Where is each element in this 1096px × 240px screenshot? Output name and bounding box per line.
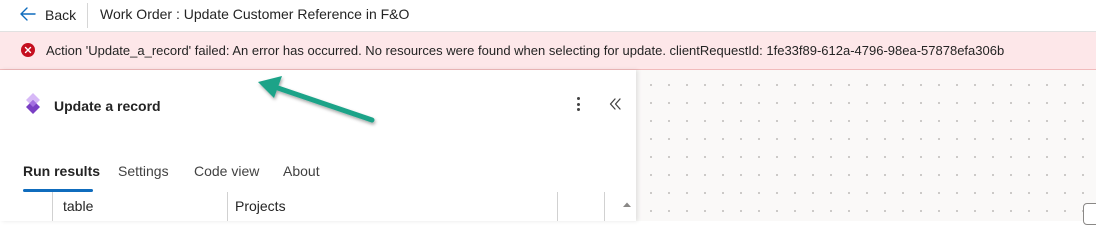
designer-canvas[interactable] xyxy=(636,70,1096,221)
error-banner: Action 'Update_a_record' failed: An erro… xyxy=(0,32,1096,70)
header-divider xyxy=(87,3,88,28)
table-cell-key: table xyxy=(63,198,94,214)
table-column-divider xyxy=(557,192,558,221)
active-tab-indicator xyxy=(23,189,93,192)
scroll-up-icon[interactable] xyxy=(622,197,632,207)
flow-title: Work Order : Update Customer Reference i… xyxy=(100,6,410,22)
double-chevron-left-icon xyxy=(607,98,623,116)
back-label: Back xyxy=(45,7,77,23)
top-bar: Back Work Order : Update Customer Refere… xyxy=(0,0,1096,32)
power-apps-diamond-icon xyxy=(23,92,43,123)
back-button[interactable]: Back xyxy=(20,4,76,26)
tab-run-results[interactable]: Run results xyxy=(23,163,100,179)
table-cell-value: Projects xyxy=(235,198,286,214)
error-icon xyxy=(21,43,35,57)
canvas-control[interactable] xyxy=(1083,203,1096,225)
collapse-panel-button[interactable] xyxy=(607,96,623,112)
more-vertical-icon xyxy=(576,97,580,111)
annotation-arrow-icon xyxy=(258,76,375,123)
tab-code-view[interactable]: Code view xyxy=(194,163,259,179)
table-column-divider xyxy=(227,192,228,221)
tab-about[interactable]: About xyxy=(283,163,320,179)
more-options-button[interactable] xyxy=(571,95,585,113)
table-column-divider xyxy=(52,192,53,221)
arrow-left-icon xyxy=(20,6,45,24)
error-message: Action 'Update_a_record' failed: An erro… xyxy=(46,43,1005,58)
table-column-divider xyxy=(604,192,605,221)
tab-settings[interactable]: Settings xyxy=(118,163,169,179)
action-title: Update a record xyxy=(54,98,161,114)
